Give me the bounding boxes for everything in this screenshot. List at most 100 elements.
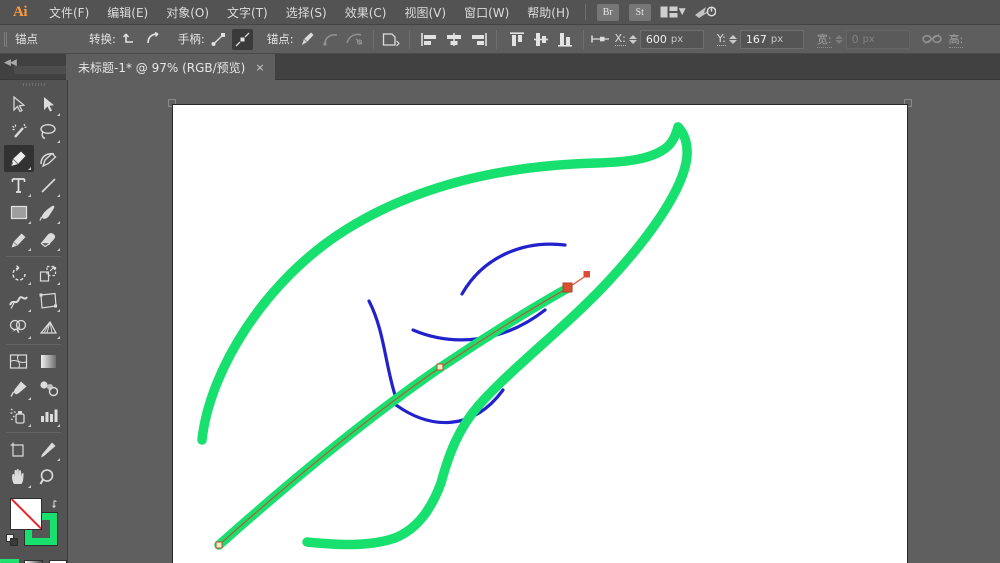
cut-path-icon[interactable]	[345, 29, 366, 50]
x-input[interactable]: 600 px	[639, 29, 704, 49]
menu-effect[interactable]: 效果(C)	[336, 0, 396, 25]
convert-to-smooth-icon[interactable]	[143, 29, 164, 50]
tool-perspective-grid[interactable]	[34, 314, 64, 341]
leaf-stroke-group	[197, 122, 692, 550]
tool-more-indicator	[27, 424, 31, 427]
align-left-icon[interactable]	[420, 29, 441, 50]
tool-column-graph[interactable]	[34, 402, 64, 429]
tool-more-indicator	[57, 194, 60, 197]
tool-more-indicator	[57, 424, 60, 427]
show-handles-icon[interactable]	[208, 29, 229, 50]
tools-panel-grip[interactable]	[0, 80, 67, 89]
menu-edit[interactable]: 编辑(E)	[98, 0, 157, 25]
default-fill-stroke-icon[interactable]	[6, 532, 19, 551]
control-divider-4	[582, 29, 584, 49]
tool-direct-selection[interactable]	[34, 91, 64, 118]
search-adobe-icon[interactable]	[690, 0, 720, 25]
control-bar-grip[interactable]	[0, 25, 9, 54]
tool-type[interactable]	[4, 172, 34, 199]
tool-blend[interactable]	[34, 375, 64, 402]
docked-panel-stub	[14, 66, 66, 74]
tool-scale[interactable]	[34, 260, 64, 287]
tool-more-indicator	[57, 221, 60, 224]
fill-swatch[interactable]	[10, 498, 42, 530]
tool-more-indicator	[57, 113, 60, 116]
tool-divider-1	[4, 253, 63, 260]
connect-anchor-icon[interactable]	[321, 29, 342, 50]
isolate-object-icon[interactable]	[381, 29, 402, 50]
width-input[interactable]: 0 px	[845, 29, 910, 49]
remove-anchor-icon[interactable]	[297, 29, 318, 50]
stock-button[interactable]: St	[628, 3, 651, 21]
artboard[interactable]	[172, 104, 908, 563]
tool-pen[interactable]	[4, 145, 34, 172]
menu-window[interactable]: 窗口(W)	[455, 0, 518, 25]
menu-help[interactable]: 帮助(H)	[518, 0, 578, 25]
tool-gradient[interactable]	[34, 348, 64, 375]
leaf-artwork[interactable]	[173, 105, 909, 563]
tool-curvature[interactable]	[34, 145, 64, 172]
document-tab[interactable]: 未标题-1* @ 97% (RGB/预览) ×	[66, 54, 275, 80]
hide-handles-icon[interactable]	[231, 28, 253, 50]
y-label: Y:	[716, 32, 726, 46]
y-field-group: Y: 167 px	[716, 29, 804, 49]
menu-bar: Ai 文件(F) 编辑(E) 对象(O) 文字(T) 选择(S) 效果(C) 视…	[0, 0, 1000, 25]
anchor-start	[215, 541, 223, 549]
menu-view[interactable]: 视图(V)	[395, 0, 455, 25]
transform-anchor-icon[interactable]	[591, 29, 612, 50]
link-broken-icon[interactable]	[922, 29, 943, 50]
tool-line-segment[interactable]	[34, 172, 64, 199]
workspace-switcher-icon[interactable]: ▼	[656, 0, 690, 25]
document-tab-bar: ◀◀ 未标题-1* @ 97% (RGB/预览) ×	[0, 54, 1000, 80]
close-icon[interactable]: ×	[255, 61, 264, 74]
height-label: 高:	[948, 32, 964, 48]
align-vertical-center-icon[interactable]	[531, 29, 552, 50]
tool-pencil[interactable]	[4, 226, 34, 253]
tool-divider-2	[4, 341, 63, 348]
control-divider-1	[372, 29, 374, 49]
tool-selection[interactable]	[4, 91, 34, 118]
x-value: 600	[645, 32, 667, 46]
tool-eyedropper[interactable]	[4, 375, 34, 402]
y-input[interactable]: 167 px	[739, 29, 804, 49]
menu-type[interactable]: 文字(T)	[218, 0, 277, 25]
canvas-area[interactable]	[68, 80, 1000, 563]
tools-panel	[0, 80, 68, 563]
width-stepper[interactable]	[834, 34, 843, 44]
tool-free-transform[interactable]	[34, 287, 64, 314]
vein-1	[460, 242, 567, 296]
tool-more-indicator	[57, 248, 60, 251]
y-stepper[interactable]	[728, 34, 737, 44]
bridge-button[interactable]: Br	[596, 3, 619, 21]
menu-file[interactable]: 文件(F)	[40, 0, 98, 25]
tool-magic-wand[interactable]	[4, 118, 34, 145]
tool-shape-builder[interactable]	[4, 314, 34, 341]
tool-zoom[interactable]	[34, 463, 64, 490]
swap-fill-stroke-icon[interactable]	[52, 495, 64, 514]
tool-eraser[interactable]	[34, 226, 64, 253]
tool-more-indicator	[27, 397, 31, 400]
x-stepper[interactable]	[628, 34, 637, 44]
tool-rectangle[interactable]	[4, 199, 34, 226]
convert-to-corner-icon[interactable]	[119, 29, 140, 50]
tool-more-indicator	[27, 167, 31, 170]
tool-more-indicator	[57, 282, 60, 285]
control-divider-2	[408, 29, 410, 49]
tool-symbol-sprayer[interactable]	[4, 402, 34, 429]
align-bottom-icon[interactable]	[555, 29, 576, 50]
menu-select[interactable]: 选择(S)	[277, 0, 336, 25]
tool-slice[interactable]	[34, 436, 64, 463]
tool-rotate[interactable]	[4, 260, 34, 287]
menu-object[interactable]: 对象(O)	[157, 0, 218, 25]
tool-width[interactable]	[4, 287, 34, 314]
tool-lasso[interactable]	[34, 118, 64, 145]
handles-label: 手柄:	[177, 32, 205, 46]
tool-more-indicator	[57, 140, 60, 143]
tool-mesh[interactable]	[4, 348, 34, 375]
align-top-icon[interactable]	[507, 29, 528, 50]
align-right-icon[interactable]	[468, 29, 489, 50]
align-horizontal-center-icon[interactable]	[444, 29, 465, 50]
tool-paintbrush[interactable]	[34, 199, 64, 226]
tool-hand[interactable]	[4, 463, 34, 490]
tool-artboard[interactable]	[4, 436, 34, 463]
